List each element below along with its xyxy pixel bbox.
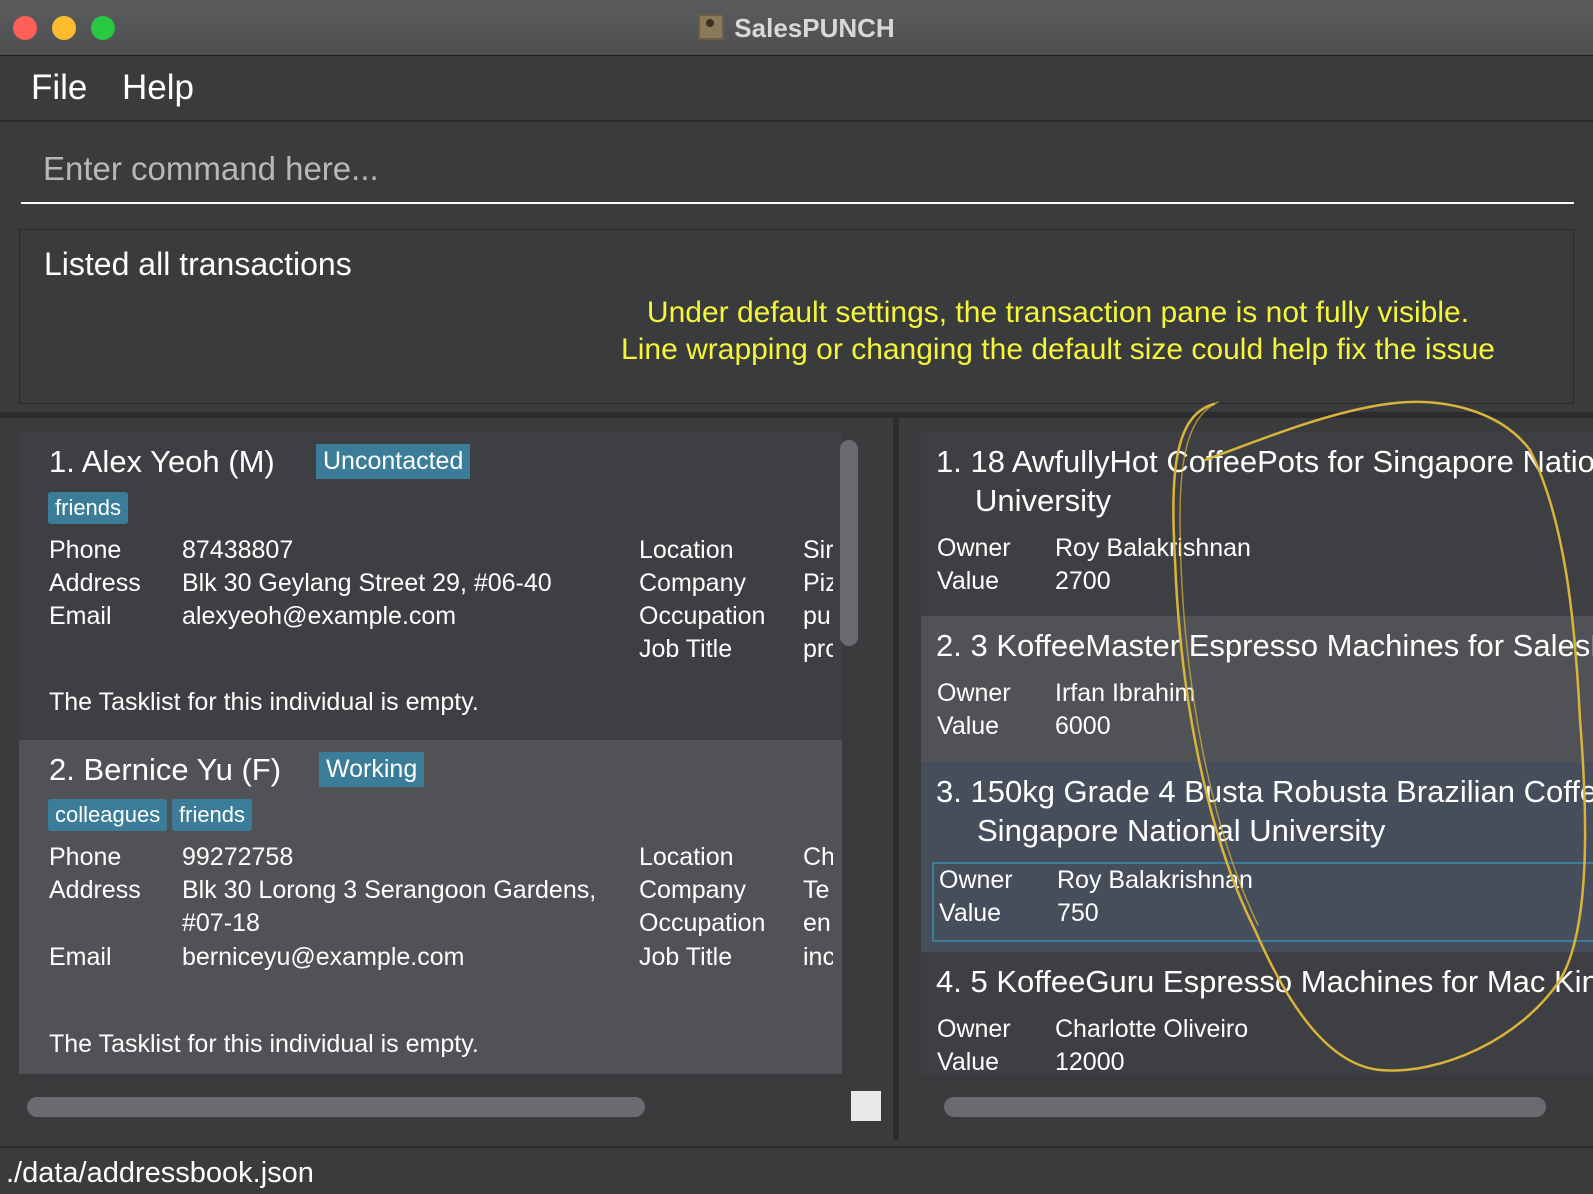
transaction-list-horizontal-scrollbar[interactable] xyxy=(944,1097,1546,1117)
location-label: Location xyxy=(639,843,734,871)
tag-badge: friends xyxy=(172,799,253,831)
occupation-value: en xyxy=(803,909,831,937)
address-value: Blk 30 Lorong 3 Serangoon Gardens, xyxy=(182,876,597,904)
phone-value: 99272758 xyxy=(182,843,294,871)
address-label: Address xyxy=(49,569,141,597)
app-icon xyxy=(698,14,725,40)
transaction-card[interactable]: 2. 3 KoffeeMaster Espresso Machines for … xyxy=(921,616,1593,762)
email-label: Email xyxy=(49,602,112,630)
annotation-line-2: Line wrapping or changing the default si… xyxy=(621,333,1495,366)
email-value: alexyeoh@example.com xyxy=(182,602,457,630)
company-label: Company xyxy=(639,876,746,904)
menu-help[interactable]: Help xyxy=(122,68,194,108)
owner-label: Owner xyxy=(937,679,1011,707)
owner-value: Irfan Ibrahim xyxy=(1055,679,1196,707)
phone-label: Phone xyxy=(49,843,122,871)
location-label: Location xyxy=(639,536,734,564)
annotation-note: Under default settings, the transaction … xyxy=(558,294,1558,368)
job-title-label: Job Title xyxy=(639,943,733,971)
email-value: berniceyu@example.com xyxy=(182,943,465,971)
email-label: Email xyxy=(49,943,112,971)
person-list-horizontal-scrollbar[interactable] xyxy=(27,1097,645,1117)
transaction-card[interactable]: 4. 5 KoffeeGuru Espresso Machines for Ma… xyxy=(921,952,1593,1074)
tasklist-text: The Tasklist for this individual is empt… xyxy=(49,688,479,716)
status-badge: Working xyxy=(319,752,425,787)
status-badge: Uncontacted xyxy=(316,444,471,479)
person-name: 1. Alex Yeoh (M) xyxy=(49,444,275,479)
transaction-title: 1. 18 AwfullyHot CoffeePots for Singapor… xyxy=(936,444,1593,479)
owner-label: Owner xyxy=(939,866,1013,894)
value-amount: 2700 xyxy=(1055,567,1111,595)
address-value-line-2: #07-18 xyxy=(182,909,260,937)
phone-label: Phone xyxy=(49,536,122,564)
transaction-card[interactable]: 1. 18 AwfullyHot CoffeePots for Singapor… xyxy=(921,432,1593,616)
company-value: Piz xyxy=(803,569,833,597)
phone-value: 87438807 xyxy=(182,536,294,564)
selection-outline xyxy=(932,862,1593,942)
result-message: Listed all transactions xyxy=(44,246,352,282)
owner-value: Roy Balakrishnan xyxy=(1057,866,1253,894)
occupation-value: pu xyxy=(803,602,831,630)
result-display: Listed all transactions Under default se… xyxy=(19,229,1574,404)
transaction-title: 4. 5 KoffeeGuru Espresso Machines for Ma… xyxy=(936,964,1593,999)
value-label: Value xyxy=(937,712,1000,740)
owner-value: Charlotte Oliveiro xyxy=(1055,1015,1249,1043)
company-label: Company xyxy=(639,569,746,597)
value-amount: 12000 xyxy=(1055,1048,1125,1074)
owner-value: Roy Balakrishnan xyxy=(1055,534,1251,562)
location-value: Sir xyxy=(803,536,833,564)
value-amount: 750 xyxy=(1057,899,1099,927)
transaction-title: 2. 3 KoffeeMaster Espresso Machines for … xyxy=(936,628,1593,663)
person-list-vertical-scrollbar[interactable] xyxy=(840,440,858,646)
annotation-line-1: Under default settings, the transaction … xyxy=(646,296,1470,329)
window-title-text: SalesPUNCH xyxy=(734,13,895,43)
job-title-value: inc xyxy=(803,943,833,971)
address-label: Address xyxy=(49,876,141,904)
value-label: Value xyxy=(937,1048,1000,1074)
occupation-label: Occupation xyxy=(639,909,766,937)
value-label: Value xyxy=(937,567,1000,595)
job-title-value: prc xyxy=(803,635,833,663)
menu-bar: File Help xyxy=(0,56,1593,122)
transaction-title: 3. 150kg Grade 4 Busta Robusta Brazilian… xyxy=(936,774,1593,809)
command-box xyxy=(21,138,1574,204)
menu-file[interactable]: File xyxy=(31,68,87,108)
owner-label: Owner xyxy=(937,534,1011,562)
address-value: Blk 30 Geylang Street 29, #06-40 xyxy=(182,569,552,597)
window-title: SalesPUNCH xyxy=(0,13,1593,44)
occupation-label: Occupation xyxy=(639,602,766,630)
transaction-card-selected[interactable]: 3. 150kg Grade 4 Busta Robusta Brazilian… xyxy=(921,762,1593,952)
job-title-label: Job Title xyxy=(639,635,733,663)
status-bar: ./data/addressbook.json xyxy=(0,1146,1593,1194)
title-bar: SalesPUNCH xyxy=(0,0,1593,56)
location-value: Ch xyxy=(803,843,833,871)
tag-badge: colleagues xyxy=(48,799,168,831)
person-name: 2. Bernice Yu (F) xyxy=(49,752,282,787)
scroll-corner xyxy=(851,1091,881,1121)
person-card[interactable]: 1. Alex Yeoh (M) Uncontacted friends Pho… xyxy=(19,432,842,740)
person-card[interactable]: 2. Bernice Yu (F) Working colleagues fri… xyxy=(19,740,842,1074)
value-label: Value xyxy=(939,899,1002,927)
company-value: Te xyxy=(803,876,830,904)
transaction-title-line-2: Singapore National University xyxy=(977,813,1386,848)
command-input[interactable] xyxy=(21,138,1574,200)
owner-label: Owner xyxy=(937,1015,1011,1043)
tasklist-text: The Tasklist for this individual is empt… xyxy=(49,1030,479,1058)
tag-badge: friends xyxy=(48,492,129,524)
value-amount: 6000 xyxy=(1055,712,1111,740)
data-file-path: ./data/addressbook.json xyxy=(6,1157,314,1189)
transaction-title-line-2: University xyxy=(975,483,1112,518)
